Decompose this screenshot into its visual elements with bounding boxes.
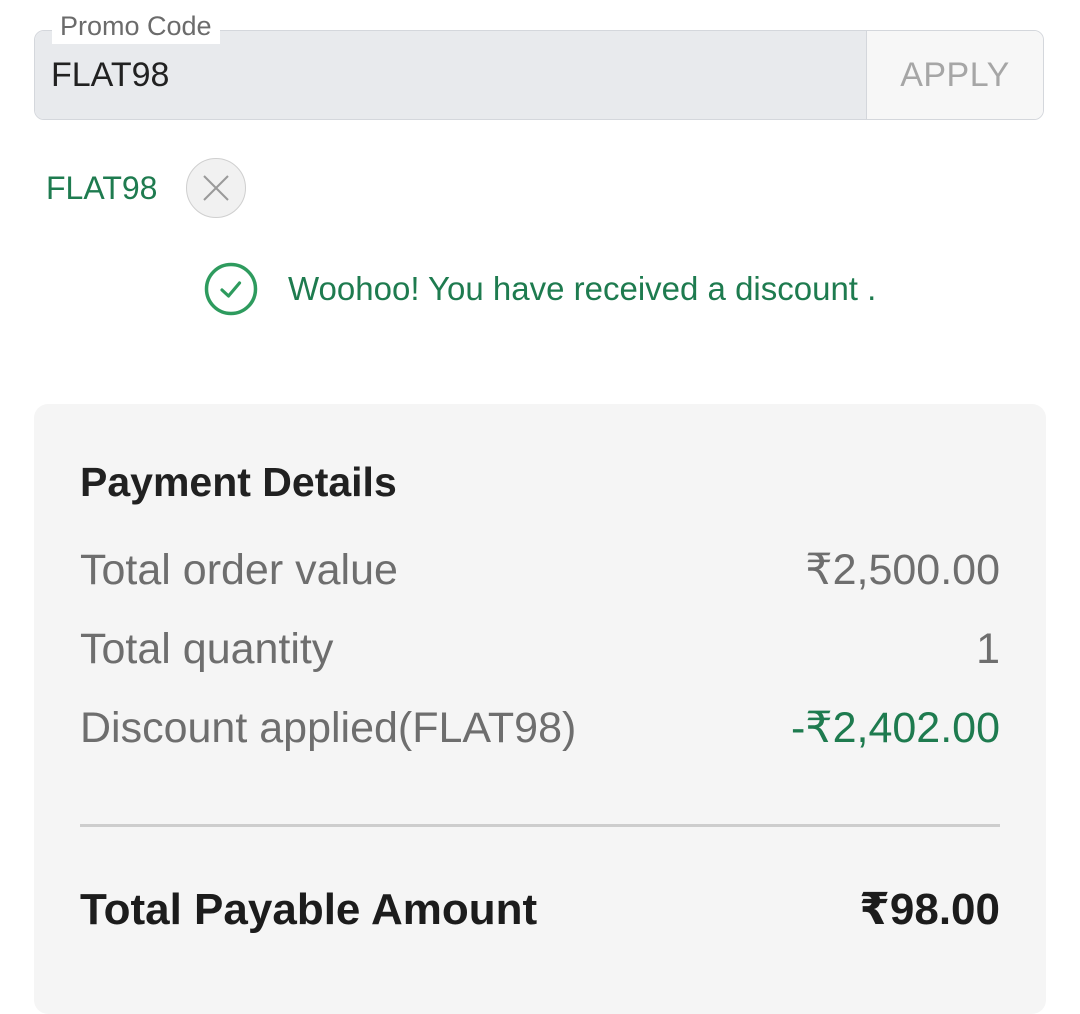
- payment-details-card: Payment Details Total order value ₹2,500…: [34, 404, 1046, 1014]
- check-circle-icon: [204, 262, 258, 316]
- success-message-text: Woohoo! You have received a discount .: [288, 270, 877, 307]
- discount-row: Discount applied(FLAT98) -₹2,402.00: [80, 700, 1000, 756]
- quantity-row: Total quantity 1: [80, 621, 1000, 677]
- discount-success-message: Woohoo! You have received a discount .: [204, 262, 876, 316]
- payment-details-title: Payment Details: [80, 459, 397, 505]
- promo-code-input[interactable]: [35, 31, 866, 119]
- apply-button[interactable]: APPLY: [867, 31, 1043, 119]
- discount-label: Discount applied(FLAT98): [80, 704, 577, 752]
- total-payable-row: Total Payable Amount ₹98.00: [80, 882, 1000, 938]
- discount-amount: -₹2,402.00: [790, 704, 1000, 752]
- applied-promo-code: FLAT98: [46, 170, 158, 206]
- remove-promo-button[interactable]: [186, 158, 246, 218]
- close-icon: [203, 175, 229, 201]
- total-payable-label: Total Payable Amount: [80, 885, 538, 934]
- order-value-amount: ₹2,500.00: [805, 546, 1000, 594]
- quantity-label: Total quantity: [80, 625, 334, 673]
- total-payable-amount: ₹98.00: [859, 885, 1000, 934]
- promo-input-container: [35, 31, 867, 119]
- quantity-value: 1: [976, 625, 1000, 673]
- promo-code-label: Promo Code: [52, 8, 220, 44]
- divider: [80, 824, 1000, 827]
- order-value-row: Total order value ₹2,500.00: [80, 542, 1000, 598]
- order-value-label: Total order value: [80, 546, 398, 594]
